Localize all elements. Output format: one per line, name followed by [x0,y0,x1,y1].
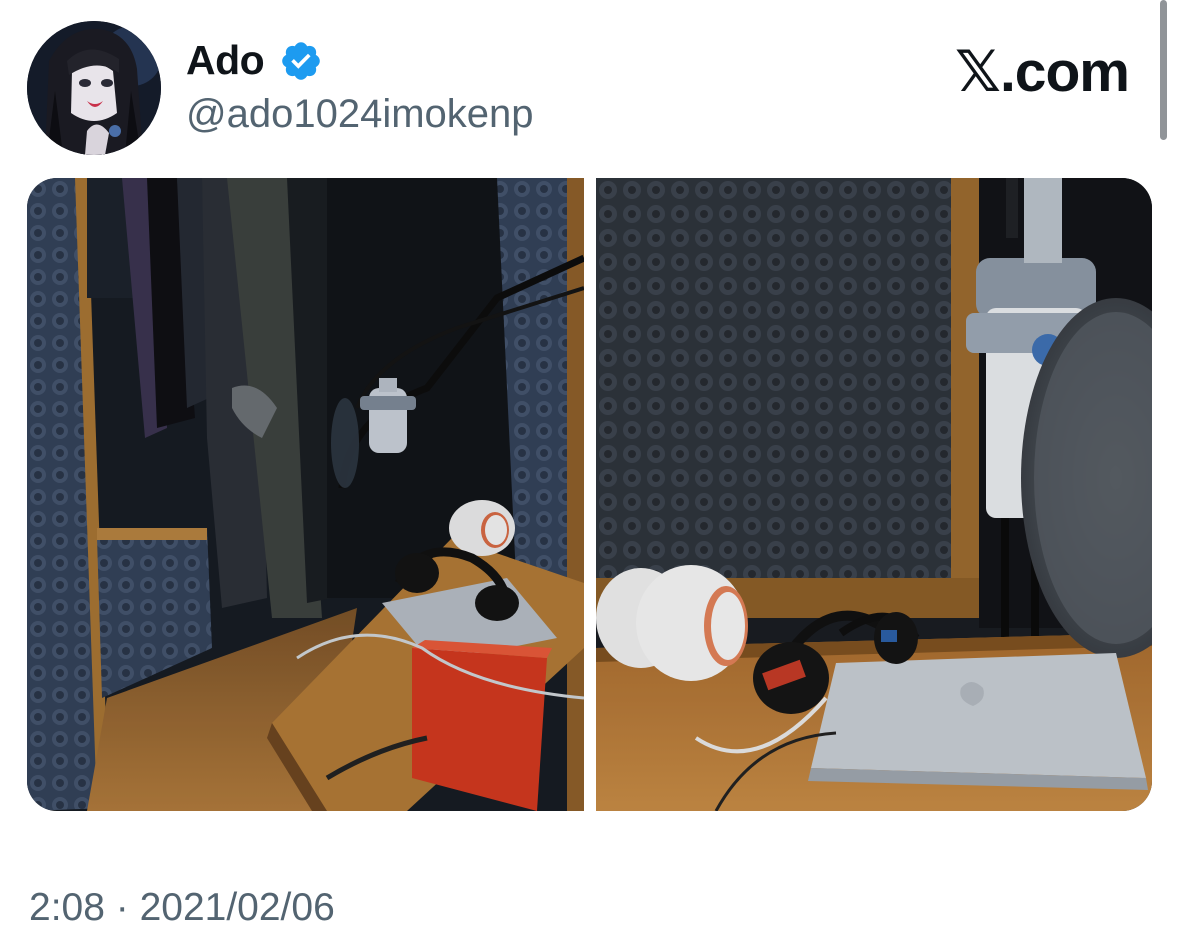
verified-badge-icon [282,42,320,80]
tweet-timestamp[interactable]: 2:08 · 2021/02/06 [29,884,335,932]
recording-booth-photo-icon [27,178,584,811]
photo-1[interactable] [27,178,584,811]
display-name[interactable]: Ado [186,36,265,84]
scrollbar[interactable] [1160,0,1167,140]
avatar[interactable] [27,21,161,155]
user-handle[interactable]: @ado1024imokenp [186,90,534,138]
media-grid [27,178,1152,811]
photo-2[interactable] [596,178,1152,811]
avatar-illustration-icon [27,21,161,155]
microphone-headphones-photo-icon [596,178,1152,811]
x-logo: 𝕏.com [955,40,1130,104]
